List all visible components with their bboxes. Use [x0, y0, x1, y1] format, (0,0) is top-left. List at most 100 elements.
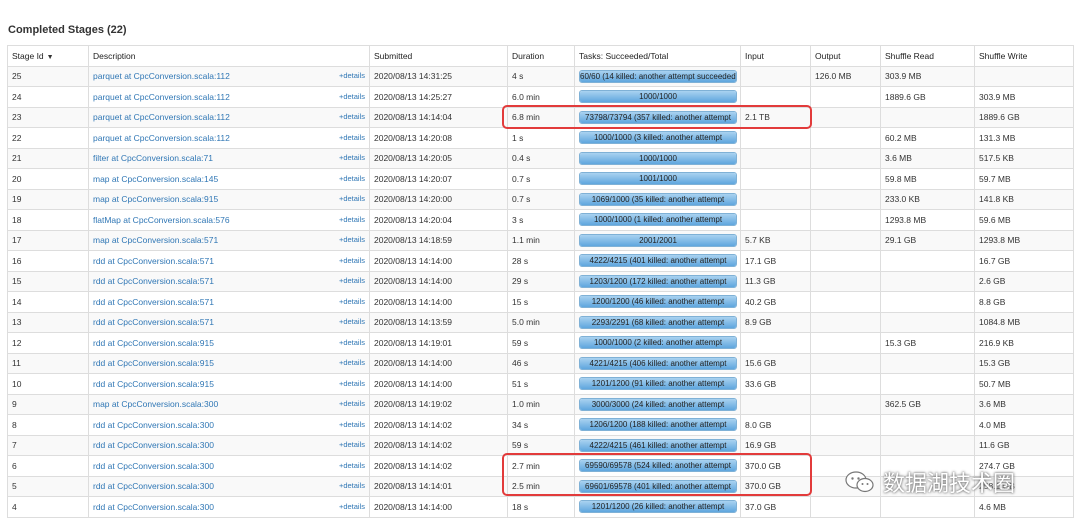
details-link[interactable]: +details — [339, 461, 365, 470]
stage-description-link[interactable]: map at CpcConversion.scala:915 — [93, 194, 218, 204]
shuffle-read-cell: 29.1 GB — [880, 229, 975, 251]
tasks-cell: 69590/69578 (524 killed: another attempt — [574, 455, 741, 477]
details-link[interactable]: +details — [339, 194, 365, 203]
details-link[interactable]: +details — [339, 153, 365, 162]
tasks-cell: 73798/73794 (357 killed: another attempt — [574, 106, 741, 128]
details-link[interactable]: +details — [339, 297, 365, 306]
submitted-cell: 2020/08/13 14:25:27 — [369, 86, 508, 108]
tasks-cell: 1203/1200 (172 killed: another attempt — [574, 270, 741, 292]
watermark: 数据湖技术圈 — [845, 466, 1015, 498]
shuffle-read-cell — [880, 434, 975, 456]
stage-description-link[interactable]: rdd at CpcConversion.scala:571 — [93, 256, 214, 266]
shuffle-read-cell — [880, 291, 975, 313]
stage-description-link[interactable]: rdd at CpcConversion.scala:300 — [93, 502, 214, 512]
details-link[interactable]: +details — [339, 502, 365, 511]
details-link[interactable]: +details — [339, 92, 365, 101]
stage-description-link[interactable]: rdd at CpcConversion.scala:300 — [93, 481, 214, 491]
details-link[interactable]: +details — [339, 112, 365, 121]
table-row: 20 +details map at CpcConversion.scala:145… — [7, 168, 1074, 190]
table-row: 19 +details map at CpcConversion.scala:915… — [7, 188, 1074, 210]
description-cell: +details rdd at CpcConversion.scala:300 — [88, 434, 370, 456]
description-cell: +details rdd at CpcConversion.scala:915 — [88, 332, 370, 354]
details-link[interactable]: +details — [339, 317, 365, 326]
column-header-submitted[interactable]: Submitted — [369, 45, 508, 67]
column-header-description[interactable]: Description — [88, 45, 370, 67]
description-cell: +details rdd at CpcConversion.scala:300 — [88, 414, 370, 436]
stage-description-link[interactable]: rdd at CpcConversion.scala:571 — [93, 317, 214, 327]
stage-description-link[interactable]: map at CpcConversion.scala:300 — [93, 399, 218, 409]
column-header-shuffle-read[interactable]: Shuffle Read — [880, 45, 975, 67]
stage-description-link[interactable]: parquet at CpcConversion.scala:112 — [93, 133, 230, 143]
details-link[interactable]: +details — [339, 133, 365, 142]
input-cell: 17.1 GB — [740, 250, 811, 272]
table-row: 25 +details parquet at CpcConversion.scala… — [7, 65, 1074, 87]
stage-id-cell: 10 — [7, 373, 89, 395]
shuffle-read-cell — [880, 311, 975, 333]
details-link[interactable]: +details — [339, 338, 365, 347]
tasks-cell: 1000/1000 — [574, 86, 741, 108]
shuffle-read-cell — [880, 373, 975, 395]
tasks-progress-bar: 73798/73794 (357 killed: another attempt — [579, 110, 737, 124]
tasks-cell: 4222/4215 (401 killed: another attempt — [574, 250, 741, 272]
details-link[interactable]: +details — [339, 358, 365, 367]
stage-description-link[interactable]: rdd at CpcConversion.scala:300 — [93, 440, 214, 450]
details-link[interactable]: +details — [339, 379, 365, 388]
details-link[interactable]: +details — [339, 235, 365, 244]
details-link[interactable]: +details — [339, 215, 365, 224]
column-header-stage-id[interactable]: Stage Id ▼ — [7, 45, 89, 67]
column-header-output[interactable]: Output — [810, 45, 881, 67]
stage-description-link[interactable]: rdd at CpcConversion.scala:915 — [93, 338, 214, 348]
stage-description-link[interactable]: parquet at CpcConversion.scala:112 — [93, 92, 230, 102]
stage-description-link[interactable]: map at CpcConversion.scala:571 — [93, 235, 218, 245]
stage-description-link[interactable]: rdd at CpcConversion.scala:915 — [93, 358, 214, 368]
column-header-tasks[interactable]: Tasks: Succeeded/Total — [574, 45, 741, 67]
details-link[interactable]: +details — [339, 256, 365, 265]
details-link[interactable]: +details — [339, 420, 365, 429]
submitted-cell: 2020/08/13 14:14:02 — [369, 434, 508, 456]
stage-description-link[interactable]: rdd at CpcConversion.scala:571 — [93, 297, 214, 307]
table-row: 9 +details map at CpcConversion.scala:300 2… — [7, 393, 1074, 415]
stage-id-cell: 17 — [7, 229, 89, 251]
details-link[interactable]: +details — [339, 440, 365, 449]
stage-id-cell: 20 — [7, 168, 89, 190]
table-row: 11 +details rdd at CpcConversion.scala:915… — [7, 352, 1074, 374]
stage-description-link[interactable]: rdd at CpcConversion.scala:300 — [93, 461, 214, 471]
output-cell — [810, 250, 881, 272]
stage-description-link[interactable]: rdd at CpcConversion.scala:300 — [93, 420, 214, 430]
stage-description-link[interactable]: filter at CpcConversion.scala:71 — [93, 153, 213, 163]
shuffle-read-cell — [880, 250, 975, 272]
duration-cell: 59 s — [507, 434, 575, 456]
stage-id-cell: 6 — [7, 455, 89, 477]
duration-cell: 0.7 s — [507, 168, 575, 190]
sort-descending-icon[interactable]: ▼ — [47, 54, 54, 61]
stage-id-cell: 12 — [7, 332, 89, 354]
stage-description-link[interactable]: rdd at CpcConversion.scala:571 — [93, 276, 214, 286]
submitted-cell: 2020/08/13 14:14:00 — [369, 291, 508, 313]
tasks-progress-bar: 4222/4215 (461 killed: another attempt — [579, 438, 737, 452]
stage-description-link[interactable]: map at CpcConversion.scala:145 — [93, 174, 218, 184]
column-header-shuffle-write[interactable]: Shuffle Write — [974, 45, 1074, 67]
tasks-progress-bar: 1200/1200 (46 killed: another attempt — [579, 295, 737, 309]
table-row: 10 +details rdd at CpcConversion.scala:915… — [7, 373, 1074, 395]
tasks-progress-text: 1000/1000 — [639, 92, 677, 102]
submitted-cell: 2020/08/13 14:19:01 — [369, 332, 508, 354]
details-link[interactable]: +details — [339, 481, 365, 490]
tasks-progress-text: 1000/1000 — [639, 153, 677, 163]
stage-description-link[interactable]: rdd at CpcConversion.scala:915 — [93, 379, 214, 389]
details-link[interactable]: +details — [339, 174, 365, 183]
column-header-duration[interactable]: Duration — [507, 45, 575, 67]
column-header-input[interactable]: Input — [740, 45, 811, 67]
tasks-cell: 2293/2291 (68 killed: another attempt — [574, 311, 741, 333]
description-cell: +details rdd at CpcConversion.scala:571 — [88, 311, 370, 333]
stage-description-link[interactable]: flatMap at CpcConversion.scala:576 — [93, 215, 230, 225]
stage-id-cell: 7 — [7, 434, 89, 456]
input-cell: 15.6 GB — [740, 352, 811, 374]
stage-description-link[interactable]: parquet at CpcConversion.scala:112 — [93, 71, 230, 81]
details-link[interactable]: +details — [339, 276, 365, 285]
details-link[interactable]: +details — [339, 71, 365, 80]
stage-description-link[interactable]: parquet at CpcConversion.scala:112 — [93, 112, 230, 122]
input-cell — [740, 86, 811, 108]
details-link[interactable]: +details — [339, 399, 365, 408]
tasks-progress-bar: 69601/69578 (401 killed: another attempt — [579, 479, 737, 493]
description-cell: +details parquet at CpcConversion.scala:1… — [88, 127, 370, 149]
